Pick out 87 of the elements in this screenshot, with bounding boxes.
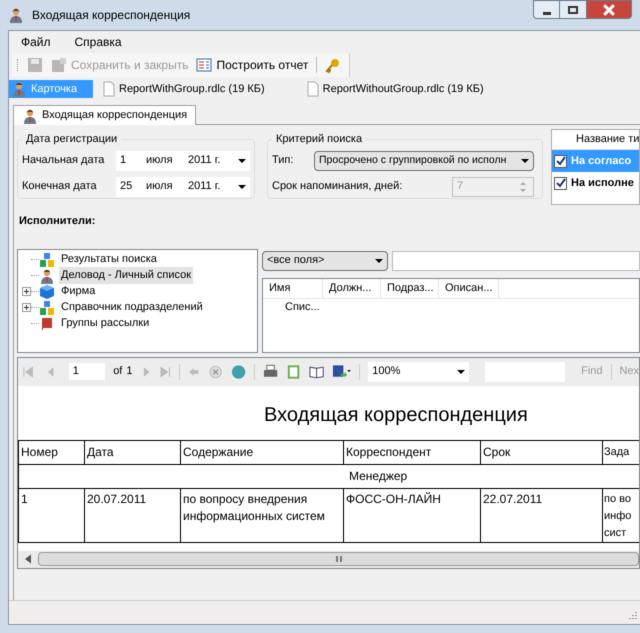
- checkbox[interactable]: [554, 154, 567, 168]
- tab[interactable]: Входящая корреспонденция: [13, 105, 196, 125]
- last-page-icon[interactable]: [160, 366, 172, 378]
- person-icon: [11, 81, 27, 97]
- field-label: Конечная дата: [22, 179, 98, 194]
- caret-icon: [521, 156, 529, 164]
- tree-item[interactable]: Результаты поиска: [59, 251, 159, 268]
- close-button[interactable]: [586, 0, 632, 19]
- search-field[interactable]: [392, 250, 640, 270]
- column-header[interactable]: Имя: [263, 278, 323, 298]
- resize-grip-icon[interactable]: [626, 610, 638, 622]
- first-page-icon[interactable]: [22, 366, 34, 378]
- floppy-icon: [51, 57, 67, 73]
- page-field[interactable]: 1: [68, 363, 106, 380]
- key-icon: [325, 57, 342, 73]
- column-header: Зада: [602, 440, 639, 464]
- checkbox[interactable]: [554, 176, 567, 190]
- cube-icon: [39, 284, 55, 300]
- page-of-label: of: [113, 364, 122, 380]
- executors-label: Исполнители:: [19, 214, 96, 229]
- field-label: Начальная дата: [22, 153, 106, 168]
- cubes-icon: [39, 300, 55, 316]
- file-tab[interactable]: ReportWithoutGroup.rdlc (19 КБ): [304, 80, 486, 98]
- expand-icon[interactable]: [22, 303, 31, 312]
- person-icon: [39, 268, 55, 284]
- document-icon: [103, 81, 115, 97]
- menu-item[interactable]: Файл: [21, 33, 51, 51]
- zoom-dropdown[interactable]: 100%: [368, 362, 470, 382]
- menu-item[interactable]: Справка: [74, 33, 122, 51]
- status-row[interactable]: На исполне: [552, 172, 639, 194]
- column-header[interactable]: Описан...: [439, 278, 499, 298]
- scroll-thumb[interactable]: [38, 552, 639, 566]
- column-header: Срок: [480, 440, 602, 464]
- close-icon: [603, 4, 615, 16]
- horizontal-scrollbar[interactable]: [18, 550, 639, 568]
- report-icon: [196, 57, 212, 73]
- column-header: Корреспондент: [344, 440, 480, 464]
- table-cell: 1: [18, 488, 84, 542]
- check-icon: [556, 156, 566, 166]
- maximize-button[interactable]: [560, 0, 586, 19]
- caret-icon: [238, 182, 246, 190]
- table-cell: по вопросу внедрения информационных систем: [180, 488, 344, 542]
- refresh-icon[interactable]: [230, 364, 246, 380]
- table-cell: 22.07.2011: [480, 488, 602, 542]
- tree-item[interactable]: Справочник подразделений: [59, 299, 205, 316]
- document-icon: [306, 81, 319, 97]
- group-title: Дата регистрации: [25, 132, 118, 147]
- group-header: Менеджер: [349, 469, 408, 483]
- column-header[interactable]: Должн...: [323, 278, 381, 298]
- type-dropdown[interactable]: Просрочено с группировкой по исполн: [314, 150, 534, 170]
- minimize-button[interactable]: [533, 0, 560, 19]
- page-layout-icon[interactable]: [286, 364, 302, 380]
- cubes-icon: [39, 252, 55, 268]
- expand-icon[interactable]: [22, 287, 31, 296]
- caret-icon: [375, 256, 383, 264]
- report-title: Входящая корреспонденция: [264, 402, 529, 428]
- field-label: Тип:: [272, 153, 294, 168]
- stop-icon[interactable]: [208, 364, 223, 380]
- export-icon[interactable]: [332, 364, 352, 380]
- book-icon: [39, 316, 55, 332]
- build-report-button[interactable]: Построить отчет: [192, 56, 312, 74]
- column-header[interactable]: Подраз...: [381, 278, 439, 298]
- printer-icon[interactable]: [262, 364, 278, 380]
- table-cell: 20.07.2011: [84, 488, 180, 542]
- tree-item[interactable]: Деловод - Личный список: [59, 267, 194, 284]
- field-dropdown[interactable]: <все поля>: [262, 250, 388, 270]
- person-icon: [22, 108, 38, 124]
- date-picker[interactable]: 1 июля 2011 г.: [116, 150, 250, 170]
- column-header: Содержание: [180, 440, 344, 464]
- floppy-icon: [27, 57, 43, 73]
- window-title: Входящая корреспонденция: [32, 7, 190, 24]
- check-icon: [556, 178, 566, 188]
- tree-item[interactable]: Фирма: [59, 283, 98, 300]
- column-header: Дата: [84, 440, 180, 464]
- column-header: Номер: [18, 440, 84, 464]
- caret-icon: [238, 156, 246, 164]
- back-icon[interactable]: [188, 366, 200, 378]
- caret-icon: [457, 368, 466, 376]
- tree-item[interactable]: Группы рассылки: [59, 315, 152, 332]
- date-picker[interactable]: 25 июля 2011 г.: [116, 176, 250, 196]
- group-title: Критерий поиска: [275, 132, 364, 147]
- field-label: Срок напоминания, дней:: [272, 179, 404, 194]
- list-cell-text: Спис...: [285, 300, 320, 316]
- app-icon: [8, 7, 24, 23]
- table-cell: ФОСС-ОН-ЛАЙН: [344, 488, 480, 542]
- page-count: 1: [126, 364, 132, 380]
- file-tab[interactable]: ReportWithGroup.rdlc (19 КБ): [101, 80, 267, 98]
